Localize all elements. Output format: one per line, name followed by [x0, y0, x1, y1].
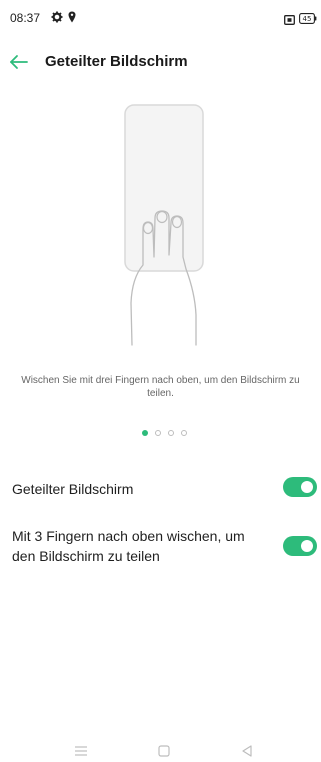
toggle-knob	[301, 481, 313, 493]
home-square-icon[interactable]	[158, 744, 170, 762]
three-finger-swipe-up-illustration	[110, 103, 214, 353]
gesture-instruction-text: Wischen Sie mit drei Fingern nach oben, …	[21, 375, 300, 399]
menu-icon[interactable]	[74, 744, 88, 762]
battery-level: 45	[303, 15, 312, 23]
back-triangle-icon[interactable]	[241, 744, 253, 762]
setting-row-split-screen[interactable]: Geteilter Bildschirm	[0, 476, 321, 502]
page-dot	[142, 430, 148, 436]
page-dot	[168, 430, 174, 436]
setting-label: Mit 3 Fingern nach oben wischen, um den …	[12, 528, 245, 564]
location-pin-icon	[68, 10, 76, 28]
setting-label: Geteilter Bildschirm	[12, 481, 134, 497]
screenshot-icon	[284, 12, 295, 30]
toggle-knob	[301, 540, 313, 552]
app-bar: Geteilter Bildschirm	[0, 44, 321, 80]
page-dot	[181, 430, 187, 436]
page-title: Geteilter Bildschirm	[45, 53, 188, 70]
back-button[interactable]	[6, 48, 34, 76]
status-time: 08:37	[10, 11, 41, 25]
setting-row-three-finger-swipe[interactable]: Mit 3 Fingern nach oben wischen, um den …	[0, 524, 321, 568]
arrow-left-icon	[6, 55, 34, 80]
page-dot	[155, 430, 161, 436]
gear-icon	[51, 10, 63, 28]
battery-icon: 45	[299, 11, 317, 29]
navigation-bar	[0, 740, 321, 762]
status-bar: 08:37 45	[0, 0, 321, 36]
three-finger-swipe-toggle[interactable]	[283, 536, 317, 556]
split-screen-toggle[interactable]	[283, 477, 317, 497]
